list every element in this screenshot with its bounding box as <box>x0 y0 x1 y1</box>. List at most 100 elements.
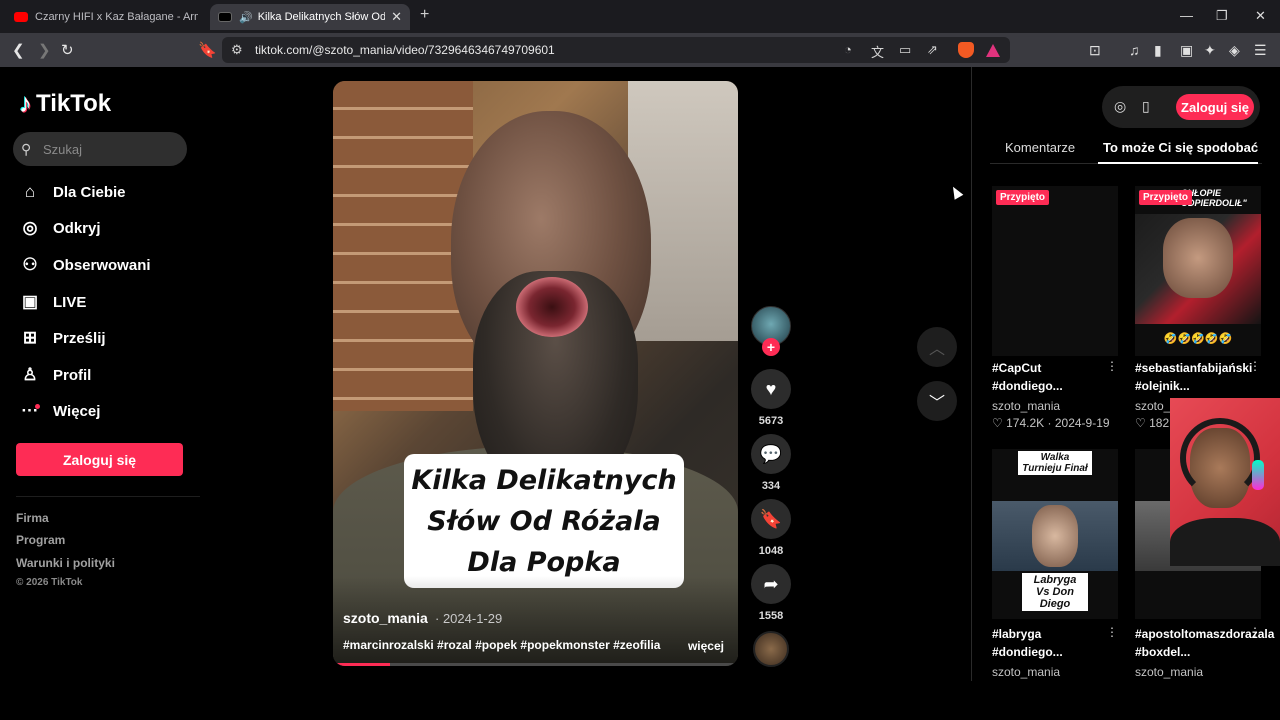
site-info-icon[interactable]: ⚙ <box>231 42 243 58</box>
save-button[interactable]: 🔖 <box>751 499 791 539</box>
forward-icon[interactable]: ❯ <box>38 41 51 59</box>
upload-icon: ⊞ <box>22 328 38 347</box>
thumbnail-emoji: 🤣🤣🤣🤣🤣 <box>1163 333 1233 345</box>
menu-icon[interactable]: ☰ <box>1254 42 1267 59</box>
sidebar-item-label: Więcej <box>53 402 101 420</box>
video-title[interactable]: #labryga #dondiego... <box>992 625 1104 661</box>
sidebar-item-for-you[interactable]: ⌂ Dla Ciebie <box>19 179 126 205</box>
heart-outline-icon: ♡ <box>992 416 1003 430</box>
previous-video-button[interactable]: ︿ <box>917 327 957 367</box>
video-thumbnail[interactable]: Walka Turnieju Finał Labryga Vs Don Dieg… <box>992 449 1118 619</box>
video-thumbnail[interactable]: Przypięto <box>992 186 1118 356</box>
sidebar-item-live[interactable]: ▣ LIVE <box>19 289 86 315</box>
thumbnail-overlay-text: CHŁOPIE ODPIERDOLIŁ" <box>1181 188 1247 208</box>
sidebar-item-label: Profil <box>53 366 92 384</box>
cast-icon[interactable]: ▭ <box>899 42 911 58</box>
media-icon[interactable]: ♫ <box>1129 42 1140 58</box>
search-input[interactable]: ⚲ Szukaj <box>13 132 187 166</box>
music-disc[interactable] <box>753 631 789 667</box>
comment-count: 334 <box>761 480 781 492</box>
url-text[interactable]: tiktok.com/@szoto_mania/video/7329646346… <box>255 43 555 57</box>
sidebar-item-following[interactable]: ⚇ Obserwowani <box>19 252 150 278</box>
video-title[interactable]: #apostoltomaszdorazala #boxdel... <box>1135 625 1274 661</box>
headset-icon <box>1180 418 1260 498</box>
translate-icon[interactable]: 文 <box>871 42 884 61</box>
caption-line: Słów Od Różala <box>427 506 661 537</box>
video-user[interactable]: szoto_mania <box>992 399 1060 413</box>
video-hashtags[interactable]: #marcinrozalski #rozal #popek #popekmons… <box>343 638 660 652</box>
new-tab-button[interactable]: + <box>420 6 429 24</box>
login-button[interactable]: Zaloguj się <box>16 443 183 476</box>
video-progress-bar[interactable] <box>333 663 738 666</box>
browser-tab-tiktok[interactable]: 🔊 Kilka Delikatnych Słów Od Ró ✕ <box>210 4 410 30</box>
close-window-icon[interactable]: ✕ <box>1255 8 1266 24</box>
bookmark-icon[interactable]: 🔖 <box>198 41 217 59</box>
share-button[interactable]: ➦ <box>751 564 791 604</box>
video-player[interactable]: Kilka Delikatnych Słów Od Różala Dla Pop… <box>333 81 738 666</box>
sidebar-item-label: LIVE <box>53 293 87 311</box>
vpn-icon[interactable]: ◈ <box>1229 42 1240 59</box>
thumbnail-face <box>1163 218 1233 298</box>
video-user[interactable]: szoto_mania <box>1135 665 1203 679</box>
pinned-badge: Przypięto <box>996 190 1050 205</box>
leo-icon[interactable]: ⊡ <box>1089 42 1101 59</box>
like-button[interactable]: ♥ <box>751 369 791 409</box>
sidebar-item-profile[interactable]: ♙ Profil <box>19 362 91 388</box>
minimize-icon[interactable]: — <box>1180 8 1193 23</box>
back-icon[interactable]: ❮ <box>12 41 25 59</box>
wallet-icon[interactable]: ▣ <box>1180 42 1193 59</box>
sidebar-item-explore[interactable]: ◎ Odkryj <box>19 215 101 241</box>
video-stats: ♡ 174.2K · 2024-9-19 <box>992 416 1110 430</box>
heart-outline-icon: ♡ <box>1135 416 1146 430</box>
compass-icon: ◎ <box>22 218 38 237</box>
video-author[interactable]: szoto_mania <box>343 610 428 626</box>
comment-icon: 💬 <box>759 443 783 464</box>
following-icon: ⚇ <box>22 255 38 274</box>
comment-button[interactable]: 💬 <box>751 434 791 474</box>
more-options-icon[interactable]: ⋮ <box>1249 625 1261 639</box>
sidebar-item-upload[interactable]: ⊞ Prześlij <box>19 325 106 351</box>
webcam-overlay <box>1170 398 1280 566</box>
maximize-icon[interactable]: ❐ <box>1216 8 1228 24</box>
youtube-icon <box>14 12 28 22</box>
sidebar-icon[interactable]: ▮ <box>1154 42 1162 59</box>
next-video-button[interactable]: ﹀ <box>917 381 957 421</box>
notification-dot <box>35 404 40 409</box>
device-icon[interactable]: ▯ <box>1142 98 1150 115</box>
video-title[interactable]: #sebastianfabijański #olejnik... <box>1135 359 1252 395</box>
url-bar[interactable]: ⚙ tiktok.com/@szoto_mania/video/73296463… <box>222 37 1010 63</box>
footer-link-terms[interactable]: Warunki i polityki <box>16 556 115 570</box>
more-options-icon[interactable]: ⋮ <box>1249 359 1261 373</box>
video-user[interactable]: szoto_mania <box>992 665 1060 679</box>
more-link[interactable]: więcej <box>688 639 724 653</box>
caption-line: Kilka Delikatnych <box>411 465 677 496</box>
share-arrow-icon: ➦ <box>763 573 779 594</box>
search-placeholder: Szukaj <box>43 141 83 157</box>
more-options-icon[interactable]: ⋮ <box>1106 625 1118 639</box>
tab-comments[interactable]: Komentarze <box>1005 140 1075 155</box>
footer-link-company[interactable]: Firma <box>16 511 49 525</box>
ai-icon[interactable]: ✦ <box>1204 42 1216 59</box>
panel-login-button[interactable]: Zaloguj się <box>1176 94 1254 120</box>
follow-button[interactable]: + <box>762 338 780 356</box>
logo-text: TikTok <box>36 89 112 117</box>
video-thumbnail[interactable]: CHŁOPIE ODPIERDOLIŁ" Przypięto 🤣🤣🤣🤣🤣 <box>1135 186 1261 356</box>
browser-tab-youtube[interactable]: Czarny HIFI x Kaz Bałagane - Armani <box>6 4 206 30</box>
no-image-icon[interactable]: ◔ <box>844 42 852 57</box>
footer-link-program[interactable]: Program <box>16 533 65 547</box>
tiktok-logo[interactable]: ♪ TikTok <box>19 88 111 119</box>
more-options-icon[interactable]: ⋮ <box>1106 359 1118 373</box>
brave-rewards-icon[interactable] <box>986 44 1000 57</box>
sidebar-item-more[interactable]: ··· Więcej <box>19 398 101 424</box>
brave-shields-icon[interactable] <box>958 42 974 58</box>
tiktok-icon <box>218 12 232 22</box>
video-title[interactable]: #CapCut #dondiego... <box>992 359 1104 395</box>
explore-icon[interactable]: ◎ <box>1114 98 1126 115</box>
reload-icon[interactable]: ↻ <box>61 41 74 59</box>
share-icon[interactable]: ⇗ <box>927 42 938 58</box>
tab-recommended[interactable]: To może Ci się spodobać <box>1103 140 1258 155</box>
sidebar-item-label: Prześlij <box>53 329 106 347</box>
close-tab-icon[interactable]: ✕ <box>391 9 402 25</box>
bookmark-icon: 🔖 <box>759 508 783 529</box>
more-icon: ··· <box>21 401 40 420</box>
